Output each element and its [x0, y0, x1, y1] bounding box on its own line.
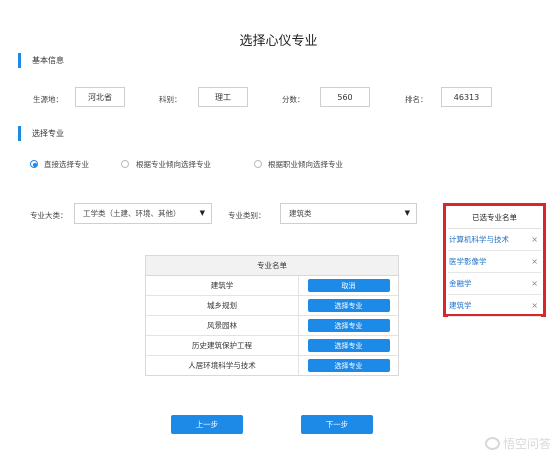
- selected-major-name[interactable]: 计算机科学与技术: [449, 234, 509, 245]
- page-title: 选择心仪专业: [239, 34, 318, 49]
- select-major-button[interactable]: 选择专业: [307, 319, 390, 332]
- section-marker: [18, 126, 21, 141]
- type-select-value: 建筑类: [289, 209, 312, 218]
- close-icon[interactable]: ×: [531, 279, 538, 288]
- radio-direct[interactable]: [30, 160, 38, 168]
- table-header: 专业名单: [146, 256, 398, 276]
- select-major-button[interactable]: 选择专业: [307, 359, 390, 372]
- list-item: 建筑学 ×: [448, 295, 541, 317]
- section-marker: [18, 53, 21, 68]
- chevron-down-icon: ▼: [199, 209, 205, 217]
- next-step-button[interactable]: 下一步: [301, 415, 373, 434]
- category-label: 专业大类：: [30, 211, 68, 220]
- chevron-down-icon: ▼: [404, 209, 410, 217]
- type-select[interactable]: 建筑类 ▼: [280, 203, 417, 224]
- major-name: 风景园林: [146, 316, 299, 335]
- chat-bubble-icon: [484, 437, 500, 450]
- watermark: 悟空问答: [484, 435, 551, 452]
- section-title-basic: 基本信息: [32, 56, 64, 65]
- close-icon[interactable]: ×: [531, 235, 538, 244]
- list-item: 计算机科学与技术 ×: [448, 229, 541, 251]
- selected-major-name[interactable]: 医学影像学: [449, 256, 487, 267]
- category-select-value: 工学类（土建、环境、其他）: [83, 209, 181, 218]
- major-name: 城乡规划: [146, 296, 299, 315]
- origin-label: 生源地：: [33, 95, 63, 104]
- section-title-major: 选择专业: [32, 129, 64, 138]
- score-label: 分数：: [282, 95, 305, 104]
- list-item: 金融学 ×: [448, 273, 541, 295]
- table-row: 风景园林 选择专业: [146, 316, 398, 336]
- watermark-text: 悟空问答: [502, 437, 551, 451]
- prev-step-button[interactable]: 上一步: [171, 415, 243, 434]
- selected-major-name[interactable]: 金融学: [449, 278, 472, 289]
- select-major-button[interactable]: 选择专业: [307, 299, 390, 312]
- selected-majors-panel: 已选专业名单 计算机科学与技术 × 医学影像学 × 金融学 × 建筑学 ×: [443, 203, 546, 317]
- subject-label: 科别：: [159, 95, 182, 104]
- selected-major-name[interactable]: 建筑学: [449, 300, 472, 311]
- list-item: 医学影像学 ×: [448, 251, 541, 273]
- type-label: 专业类别：: [228, 211, 266, 220]
- radio-direct-label: 直接选择专业: [44, 160, 89, 169]
- major-table: 专业名单 建筑学 取消 城乡规划 选择专业 风景园林 选择专业 历史建筑保护工程…: [145, 255, 399, 376]
- major-name: 历史建筑保护工程: [146, 336, 299, 355]
- close-icon[interactable]: ×: [531, 301, 538, 310]
- rank-field[interactable]: 46313: [441, 87, 492, 107]
- select-major-button[interactable]: 选择专业: [307, 339, 390, 352]
- radio-by-major-tendency[interactable]: [121, 160, 129, 168]
- radio-by-career-tendency-label: 根据职业倾向选择专业: [268, 160, 343, 169]
- table-row: 历史建筑保护工程 选择专业: [146, 336, 398, 356]
- major-name: 人居环境科学与技术: [146, 356, 299, 375]
- category-select[interactable]: 工学类（土建、环境、其他） ▼: [74, 203, 212, 224]
- table-row: 人居环境科学与技术 选择专业: [146, 356, 398, 375]
- radio-by-career-tendency[interactable]: [254, 160, 262, 168]
- rank-label: 排名：: [405, 95, 428, 104]
- table-row: 建筑学 取消: [146, 276, 398, 296]
- radio-by-major-tendency-label: 根据专业倾向选择专业: [136, 160, 211, 169]
- subject-field[interactable]: 理工: [198, 87, 248, 107]
- origin-field[interactable]: 河北省: [75, 87, 125, 107]
- score-field[interactable]: 560: [320, 87, 370, 107]
- selected-panel-title: 已选专业名单: [448, 206, 541, 229]
- cancel-major-button[interactable]: 取消: [307, 279, 390, 292]
- major-name: 建筑学: [146, 276, 299, 295]
- table-row: 城乡规划 选择专业: [146, 296, 398, 316]
- close-icon[interactable]: ×: [531, 257, 538, 266]
